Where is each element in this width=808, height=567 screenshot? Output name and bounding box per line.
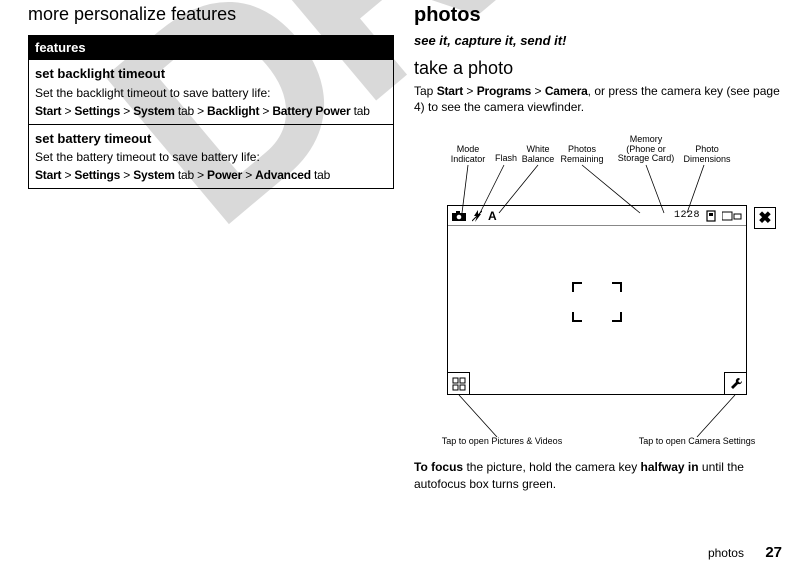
- path-sep: >: [61, 168, 74, 182]
- table-row: set backlight timeout Set the backlight …: [29, 60, 394, 125]
- left-column: more personalize features features set b…: [18, 4, 404, 561]
- photos-heading: photos: [414, 4, 780, 27]
- close-button[interactable]: ✖: [754, 207, 776, 229]
- open-settings-button[interactable]: [724, 372, 746, 394]
- text: >: [463, 84, 477, 98]
- path-part: Start: [35, 168, 61, 182]
- text: To focus: [414, 460, 463, 474]
- close-icon: ✖: [758, 208, 771, 228]
- text: Start: [437, 84, 463, 98]
- path-part: System: [133, 104, 175, 118]
- left-heading: more personalize features: [28, 4, 394, 25]
- intro-paragraph: Tap Start > Programs > Camera, or press …: [414, 83, 780, 115]
- label-remaining: PhotosRemaining: [558, 145, 606, 164]
- path-sep: >: [120, 104, 133, 118]
- path-part: Advanced: [255, 168, 311, 182]
- table-row: set battery timeout Set the battery time…: [29, 124, 394, 189]
- row-desc: Set the backlight timeout to save batter…: [35, 84, 387, 102]
- label-open-pictures: Tap to open Pictures & Videos: [432, 437, 572, 446]
- text: Camera: [545, 84, 588, 98]
- status-bar: A 1228: [448, 206, 746, 226]
- autofocus-box: [572, 282, 622, 322]
- camera-icon: [452, 211, 466, 221]
- right-column: photos see it, capture it, send it! take…: [404, 4, 790, 561]
- row-title: set backlight timeout: [35, 64, 387, 84]
- path-part: Start: [35, 104, 61, 118]
- path-sep: tab: [350, 104, 369, 118]
- path-part: Battery Power: [272, 104, 350, 118]
- label-mode: ModeIndicator: [448, 145, 488, 164]
- viewfinder-diagram: ModeIndicator Flash WhiteBalance PhotosR…: [432, 125, 762, 455]
- text: halfway in: [641, 460, 699, 474]
- wrench-icon: [729, 377, 743, 391]
- features-header: features: [29, 36, 394, 60]
- dimensions-icon: [722, 211, 742, 221]
- path-sep: tab: [311, 168, 330, 182]
- focus-paragraph: To focus the picture, hold the camera ke…: [414, 459, 780, 491]
- label-wb: WhiteBalance: [520, 145, 556, 164]
- path-part: Power: [207, 168, 242, 182]
- camera-viewfinder: A 1228: [447, 205, 747, 395]
- features-table: features set backlight timeout Set the b…: [28, 35, 394, 189]
- row-title: set battery timeout: [35, 129, 387, 149]
- text: the picture, hold the camera key: [463, 460, 640, 474]
- path-sep: tab >: [175, 104, 207, 118]
- row-desc: Set the battery timeout to save battery …: [35, 148, 387, 166]
- label-open-settings: Tap to open Camera Settings: [627, 437, 767, 446]
- path-sep: >: [120, 168, 133, 182]
- wb-indicator: A: [488, 209, 497, 223]
- text: Programs: [477, 84, 531, 98]
- subtitle: take a photo: [414, 58, 780, 79]
- path-sep: tab >: [175, 168, 207, 182]
- text: >: [531, 84, 545, 98]
- path-part: System: [133, 168, 175, 182]
- path-part: Backlight: [207, 104, 259, 118]
- row-path: Start > Settings > System tab > Power > …: [35, 166, 387, 184]
- grid-icon: [452, 377, 466, 391]
- path-part: Settings: [74, 104, 120, 118]
- tagline: see it, capture it, send it!: [414, 33, 780, 48]
- path-sep: >: [259, 104, 272, 118]
- memory-icon: [706, 210, 716, 222]
- label-memory: Memory(Phone orStorage Card): [616, 135, 676, 163]
- open-pictures-button[interactable]: [448, 372, 470, 394]
- label-dims: PhotoDimensions: [682, 145, 732, 164]
- path-sep: >: [61, 104, 74, 118]
- text: Tap: [414, 84, 437, 98]
- path-part: Settings: [74, 168, 120, 182]
- label-flash: Flash: [492, 154, 520, 163]
- row-path: Start > Settings > System tab > Backligh…: [35, 102, 387, 120]
- path-sep: >: [242, 168, 255, 182]
- flash-icon: [472, 210, 482, 222]
- photos-remaining-value: 1228: [674, 210, 700, 221]
